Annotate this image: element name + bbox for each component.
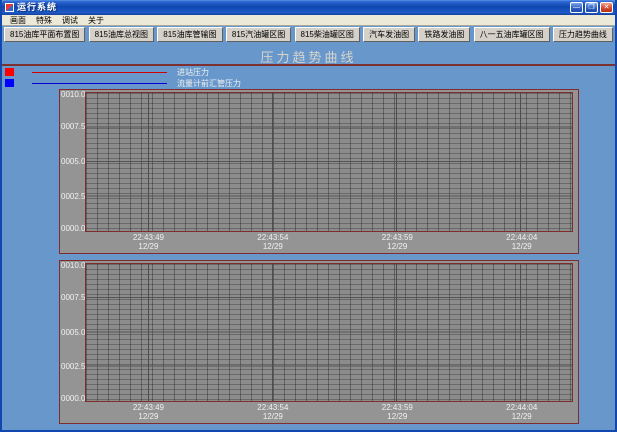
legend-swatch-blue [5, 79, 14, 87]
app-window: 运行系统 — ❐ ✕ 画面 特殊 调试 关于 815油库平面布置图 815油库总… [0, 0, 617, 432]
y-tick: 0007.5 [61, 123, 85, 131]
y-axis-labels: 0010.0 0007.5 0005.0 0002.5 0000.0 [61, 92, 85, 232]
trend-chart-bottom: 0010.0 0007.5 0005.0 0002.5 0000.0 22:43… [59, 260, 579, 424]
y-tick: 0000.0 [61, 395, 85, 403]
menu-bar: 画面 特殊 调试 关于 [2, 15, 615, 26]
screen-nav-toolbar: 815油库平面布置图 815油库总视图 815油库管输图 815汽油罐区图 81… [2, 26, 615, 43]
y-tick: 0005.0 [61, 158, 85, 166]
menu-item-screens[interactable]: 画面 [5, 15, 31, 26]
y-tick: 0000.0 [61, 225, 85, 233]
y-tick: 0002.5 [61, 193, 85, 201]
legend-label: 流量计前汇管压力 [177, 78, 241, 89]
close-button[interactable]: ✕ [600, 2, 613, 13]
y-tick: 0010.0 [61, 262, 85, 270]
legend-item-manifold-pressure: 流量计前汇管压力 [2, 78, 302, 89]
x-tick: 22:43:5912/29 [382, 403, 413, 421]
x-tick: 22:43:5412/29 [257, 403, 288, 421]
nav-button-815-tank-area[interactable]: 八一五油库罐区图 [474, 27, 550, 42]
y-tick: 0005.0 [61, 329, 85, 337]
nav-button-rail-loading[interactable]: 铁路发油图 [418, 27, 470, 42]
menu-item-special[interactable]: 特殊 [31, 15, 57, 26]
y-tick: 0010.0 [61, 91, 85, 99]
x-axis-labels: 22:43:4912/29 22:43:5412/29 22:43:5912/2… [85, 403, 573, 422]
nav-button-depot-overview[interactable]: 815油库总视图 [89, 27, 154, 42]
x-tick: 22:43:4912/29 [133, 233, 164, 251]
plot-area-top [85, 92, 573, 232]
x-tick: 22:43:4912/29 [133, 403, 164, 421]
window-title: 运行系统 [17, 0, 570, 15]
page-title: 压力趋势曲线 [2, 43, 615, 63]
x-axis-labels: 22:43:4912/29 22:43:5412/29 22:43:5912/2… [85, 233, 573, 252]
x-tick: 22:43:5912/29 [382, 233, 413, 251]
x-tick: 22:44:0412/29 [506, 233, 537, 251]
plot-area-bottom [85, 263, 573, 402]
app-icon [5, 3, 14, 12]
legend-line-blue [32, 83, 167, 84]
nav-button-depot-plan[interactable]: 815油库平面布置图 [4, 27, 85, 42]
nav-button-gasoline-tank-area[interactable]: 815汽油罐区图 [226, 27, 291, 42]
nav-button-truck-loading[interactable]: 汽车发油图 [363, 27, 415, 42]
y-tick: 0002.5 [61, 363, 85, 371]
menu-item-debug[interactable]: 调试 [57, 15, 83, 26]
legend-swatch-red [5, 68, 14, 76]
legend-item-inlet-pressure: 进站压力 [2, 67, 302, 78]
window-controls: — ❐ ✕ [570, 2, 613, 13]
legend-line-red [32, 72, 167, 73]
chart-legend: 进站压力 流量计前汇管压力 [2, 67, 302, 89]
restore-button[interactable]: ❐ [585, 2, 598, 13]
nav-button-pressure-trend[interactable]: 压力趋势曲线 [553, 27, 613, 42]
legend-label: 进站压力 [177, 67, 209, 78]
x-tick: 22:43:5412/29 [257, 233, 288, 251]
nav-button-depot-pipeline[interactable]: 815油库管输图 [157, 27, 222, 42]
main-content: 压力趋势曲线 进站压力 流量计前汇管压力 0010.0 0007.5 0005.… [2, 43, 615, 429]
nav-button-diesel-tank-area[interactable]: 815柴油罐区图 [295, 27, 360, 42]
trend-chart-top: 0010.0 0007.5 0005.0 0002.5 0000.0 22:43… [59, 89, 579, 254]
menu-item-about[interactable]: 关于 [83, 15, 109, 26]
y-tick: 0007.5 [61, 294, 85, 302]
x-tick: 22:44:0412/29 [506, 403, 537, 421]
title-bar: 运行系统 — ❐ ✕ [2, 0, 615, 15]
y-axis-labels: 0010.0 0007.5 0005.0 0002.5 0000.0 [61, 263, 85, 402]
minimize-button[interactable]: — [570, 2, 583, 13]
